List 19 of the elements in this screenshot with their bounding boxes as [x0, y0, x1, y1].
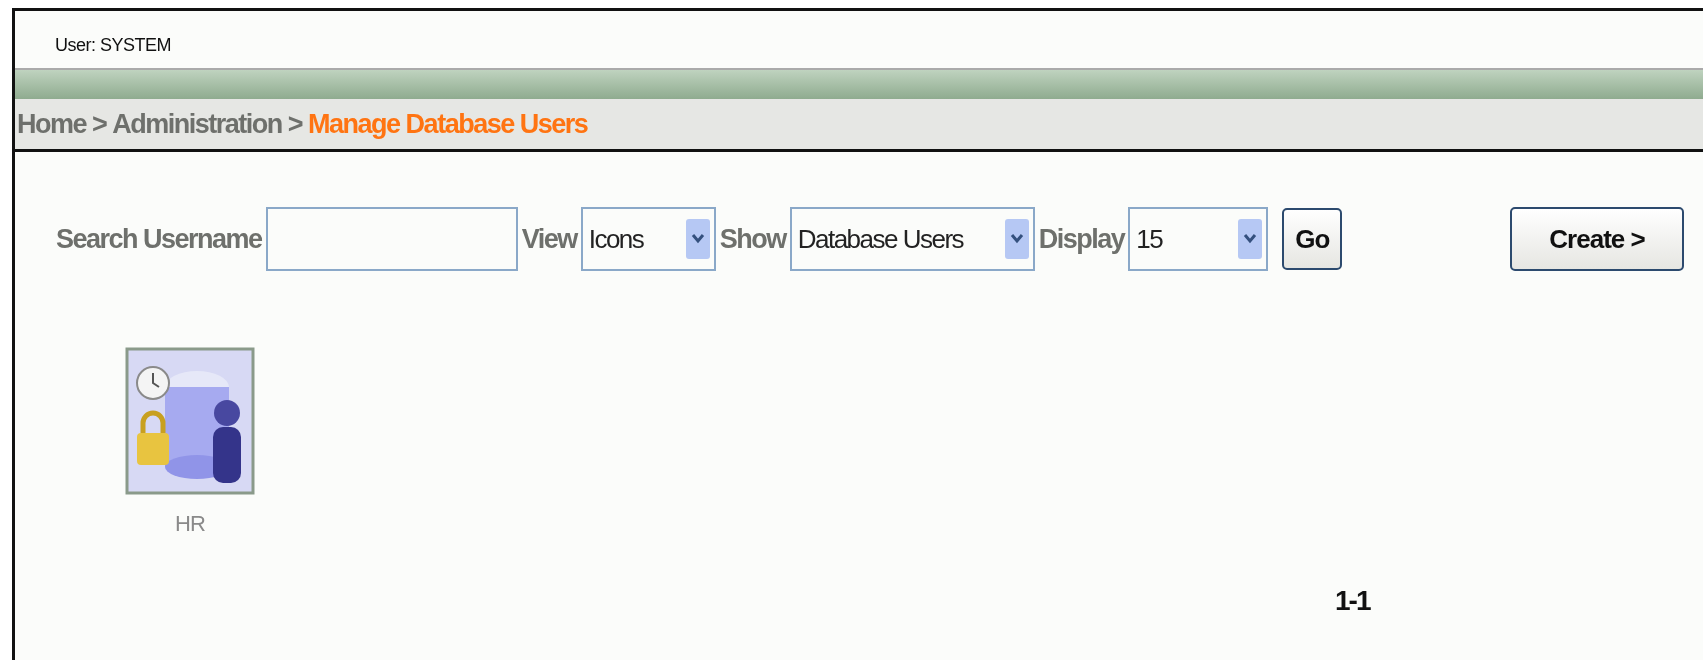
user-name: HR — [175, 511, 205, 537]
pagination-range: 1-1 — [1335, 585, 1370, 616]
go-button[interactable]: Go — [1282, 208, 1343, 270]
dropdown[interactable]: Database Users — [789, 207, 1035, 271]
user-label: User: SYSTEM — [55, 35, 172, 56]
breadcrumb-current: Manage Database Users — [308, 108, 588, 140]
breadcrumb-link[interactable]: Home — [17, 108, 86, 140]
dropdown[interactable]: Icons — [580, 207, 716, 271]
create-button[interactable]: Create > — [1510, 207, 1684, 271]
select-label: Display — [1038, 223, 1125, 255]
select-label: Show — [719, 223, 786, 255]
search-label: Search Username — [56, 223, 262, 255]
breadcrumb-separator: > — [287, 108, 303, 140]
database-user-icon[interactable] — [125, 347, 255, 495]
dropdown[interactable]: 15 — [1128, 207, 1269, 271]
breadcrumb-separator: > — [92, 108, 107, 140]
select-label: View — [521, 223, 577, 255]
search-field[interactable] — [265, 207, 518, 271]
breadcrumb-link[interactable]: Administration — [112, 108, 282, 140]
